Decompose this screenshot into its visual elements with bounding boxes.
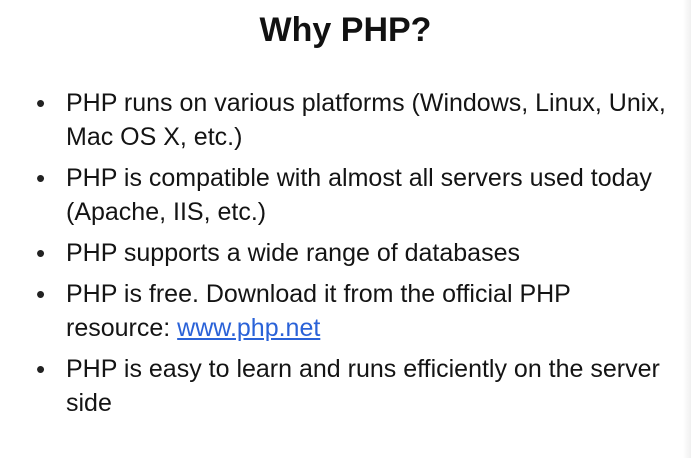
bullet-icon: • (36, 279, 46, 309)
bullet-item-databases: • PHP supports a wide range of databases (36, 236, 666, 270)
bullet-icon: • (36, 163, 46, 193)
bullet-icon: • (36, 238, 46, 268)
bullet-text-free: PHP is free. Download it from the offici… (66, 277, 666, 345)
slide-edge-shadow (683, 0, 691, 458)
bullet-text-databases: PHP supports a wide range of databases (66, 239, 520, 267)
bullet-item-platforms: • PHP runs on various platforms (Windows… (36, 86, 666, 154)
bullet-item-free: • PHP is free. Download it from the offi… (36, 277, 666, 345)
bullet-item-servers: • PHP is compatible with almost all serv… (36, 161, 666, 229)
slide: Why PHP? • PHP runs on various platforms… (0, 0, 691, 458)
bullet-list: • PHP runs on various platforms (Windows… (36, 86, 666, 427)
bullet-text-servers: PHP is compatible with almost all server… (66, 164, 652, 226)
bullet-icon: • (36, 88, 46, 118)
bullet-text-platforms: PHP runs on various platforms (Windows, … (66, 89, 666, 151)
slide-title: Why PHP? (259, 11, 432, 49)
php-website-link[interactable]: www.php.net (177, 314, 320, 342)
bullet-icon: • (36, 354, 46, 384)
bullet-text-easy: PHP is easy to learn and runs efficientl… (66, 355, 660, 417)
bullet-item-easy: • PHP is easy to learn and runs efficien… (36, 352, 666, 420)
